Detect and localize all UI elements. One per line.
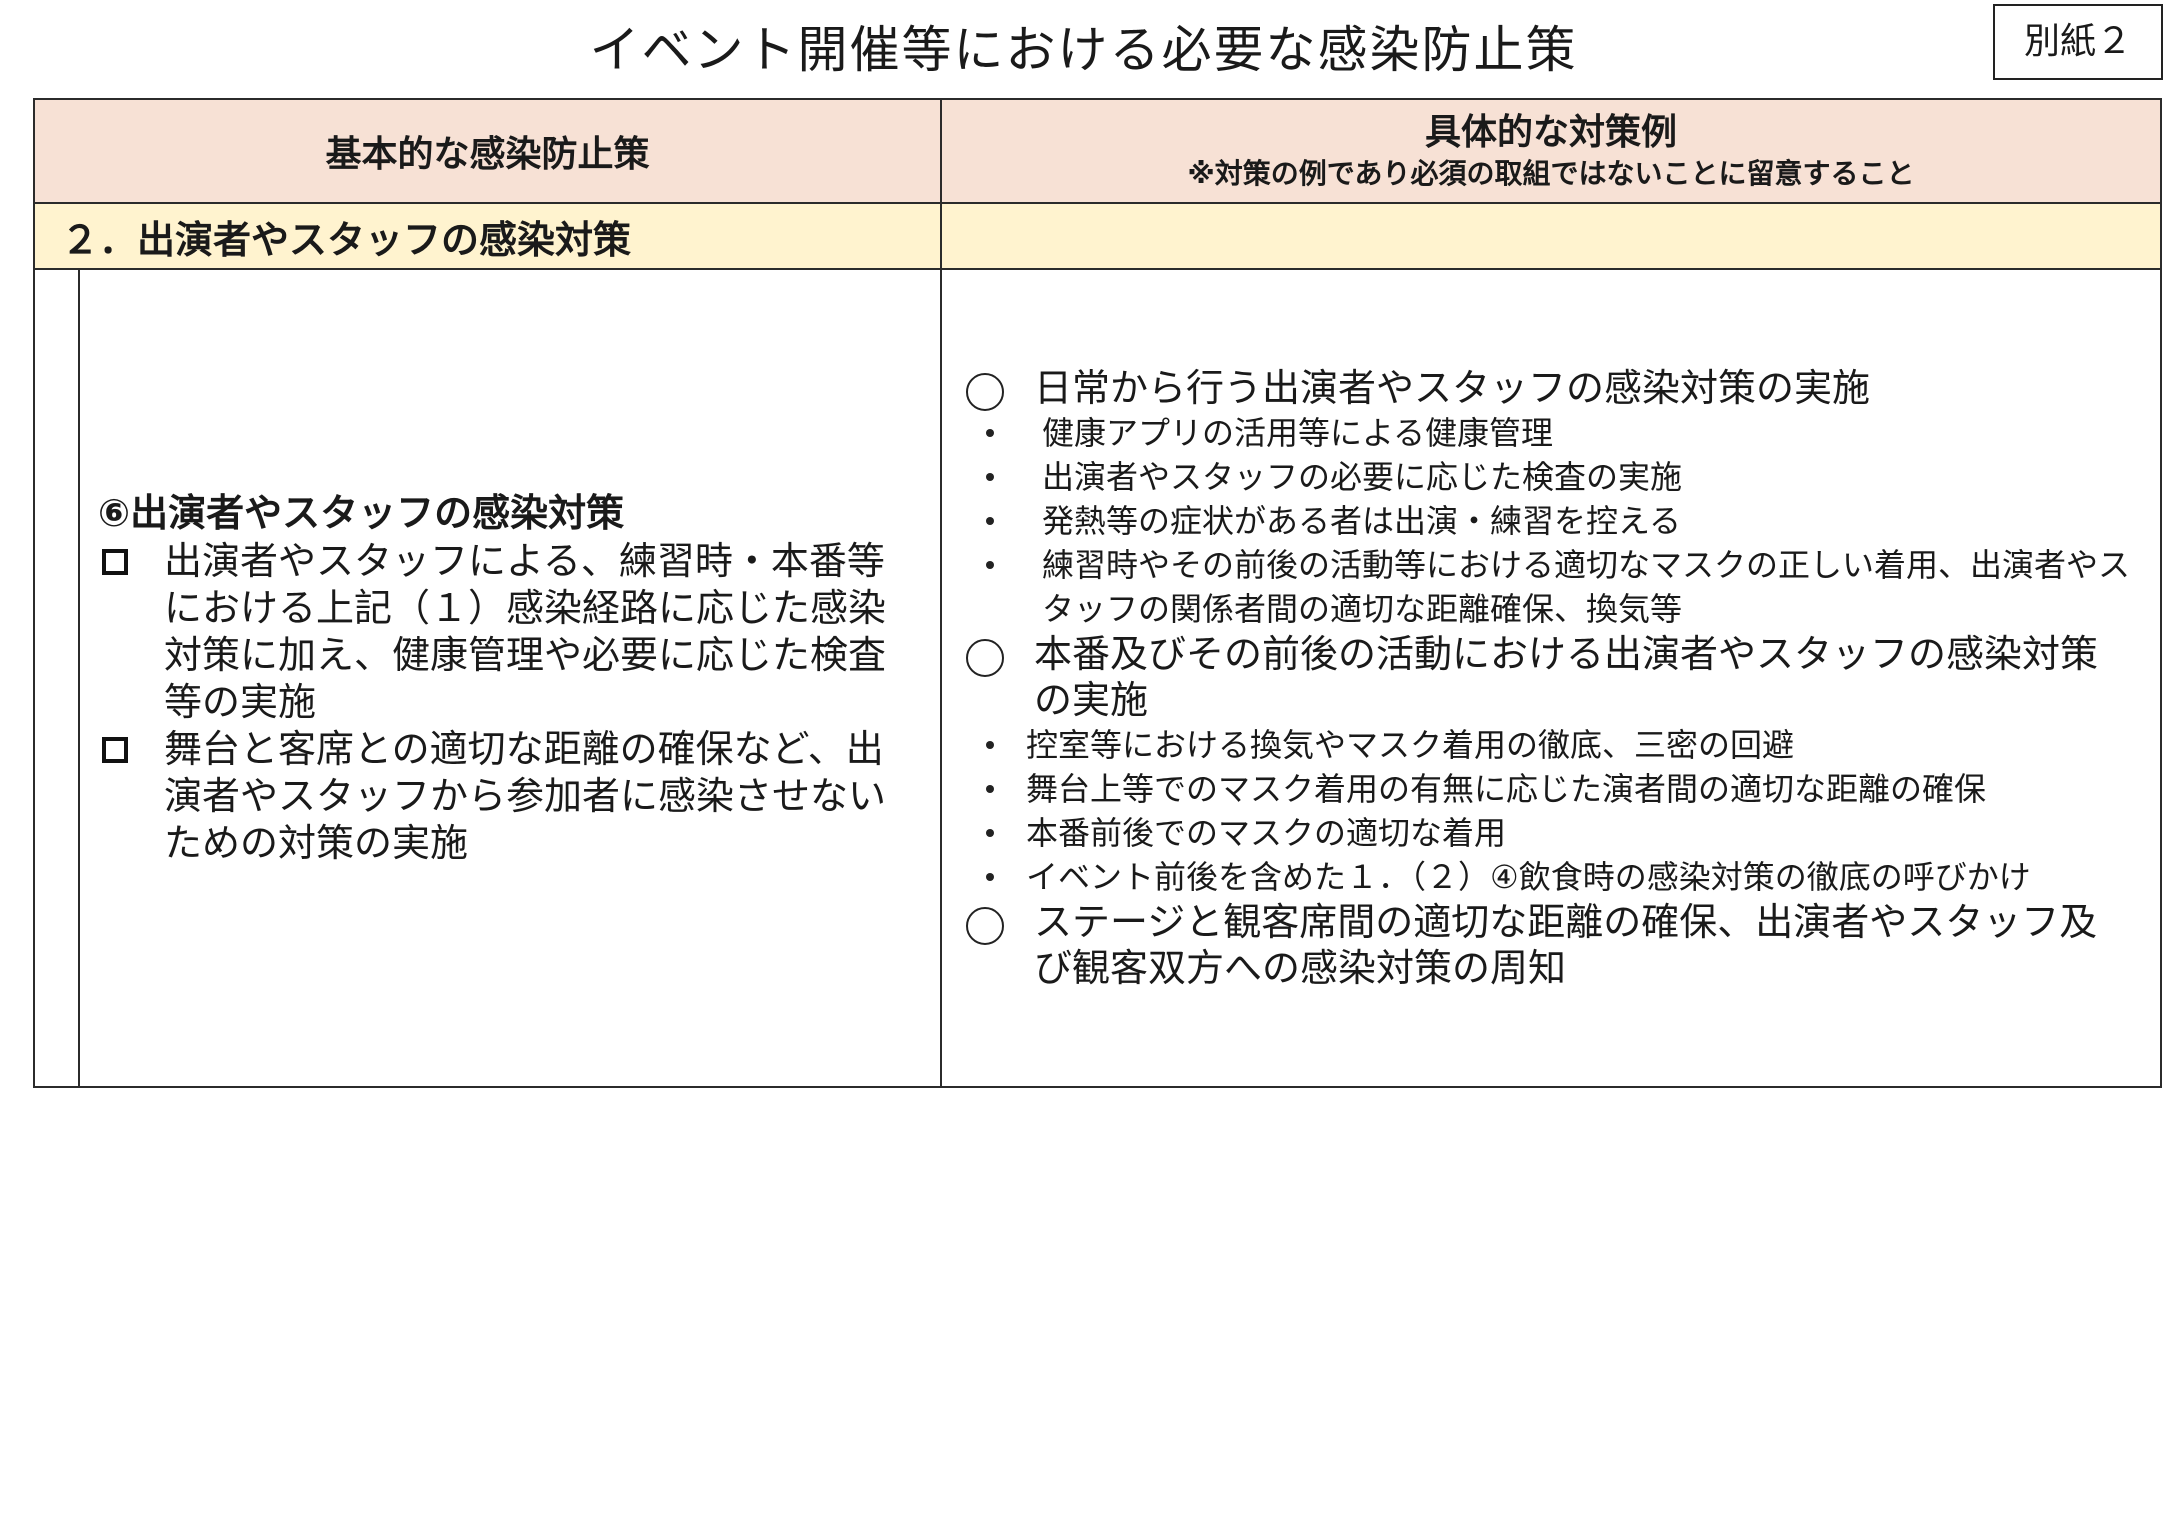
checklist-item: 出演者やスタッフによる、練習時・本番等における上記（１）感染経路に応じた感染対策… — [98, 538, 906, 726]
example-bullet-text: 本番前後でのマスクの適切な着用 — [1026, 814, 1507, 852]
example-group-heading: ステージと観客席間の適切な距離の確保、出演者やスタッフ及び観客双方への感染対策の… — [966, 899, 2130, 991]
example-bullet-text: 控室等における換気やマスク着用の徹底、三密の回避 — [1026, 726, 1795, 764]
example-bullet: 発熱等の症状がある者は出演・練習を控える — [966, 499, 2130, 543]
example-bullet: 控室等における換気やマスク着用の徹底、三密の回避 — [966, 723, 2130, 767]
header-basic-measures: 基本的な感染防止策 — [32, 98, 943, 204]
circle-icon — [966, 907, 1005, 945]
example-bullet: 出演者やスタッフの必要に応じた検査の実施 — [966, 455, 2130, 499]
example-bullet-text: イベント前後を含めた１．（２）④飲食時の感染対策の徹底の呼びかけ — [1026, 858, 2031, 896]
example-group-heading-text: 本番及びその前後の活動における出演者やスタッフの感染対策の実施 — [1034, 632, 2099, 722]
bullet-icon — [986, 785, 995, 793]
bullet-icon — [986, 429, 995, 437]
header-concrete-examples: 具体的な対策例 ※対策の例であり必須の取組ではないことに留意すること — [940, 98, 2163, 204]
example-bullet-text: 舞台上等でのマスク着用の有無に応じた演者間の適切な距離の確保 — [1026, 770, 1987, 808]
example-bullet-text: 発熱等の症状がある者は出演・練習を控える — [1042, 502, 1682, 540]
checklist-item: 舞台と客席との適切な距離の確保など、出演者やスタッフから参加者に感染させないため… — [98, 726, 906, 867]
section-title-right-empty — [940, 202, 2163, 270]
attachment-label: 別紙２ — [1993, 4, 2163, 80]
example-bullet: 健康アプリの活用等による健康管理 — [966, 411, 2130, 455]
example-group-heading-text: ステージと観客席間の適切な距離の確保、出演者やスタッフ及び観客双方への感染対策の… — [1034, 900, 2098, 990]
example-bullet-text: 健康アプリの活用等による健康管理 — [1042, 414, 1554, 452]
example-group-heading-text: 日常から行う出演者やスタッフの感染対策の実施 — [1034, 366, 1871, 410]
example-group-heading: 本番及びその前後の活動における出演者やスタッフの感染対策の実施 — [966, 631, 2130, 723]
page-title: イベント開催等における必要な感染防止策 — [589, 21, 1578, 79]
example-bullet-text: 出演者やスタッフの必要に応じた検査の実施 — [1042, 458, 1683, 496]
bullet-icon — [986, 829, 995, 837]
header-row: 基本的な感染防止策 具体的な対策例 ※対策の例であり必須の取組ではないことに留意… — [32, 98, 2163, 204]
checklist-item-text: 出演者やスタッフによる、練習時・本番等における上記（１）感染経路に応じた感染対策… — [164, 538, 887, 724]
checkbox-icon — [102, 548, 128, 575]
example-bullet: イベント前後を含めた１．（２）④飲食時の感染対策の徹底の呼びかけ — [966, 855, 2130, 899]
section-row: ２．出演者やスタッフの感染対策 — [32, 202, 2163, 270]
measure-subheading: ⑥出演者やスタッフの感染対策 — [98, 490, 625, 535]
example-bullet: 本番前後でのマスクの適切な着用 — [966, 811, 2130, 855]
checklist-item-text: 舞台と客席との適切な距離の確保など、出演者やスタッフから参加者に感染させないため… — [164, 726, 887, 865]
concrete-examples-cell: 日常から行う出演者やスタッフの感染対策の実施 健康アプリの活用等による健康管理 … — [940, 268, 2163, 1088]
indent-cell — [33, 268, 80, 1088]
header-concrete-examples-note: ※対策の例であり必須の取組ではないことに留意すること — [1187, 157, 1915, 190]
example-bullet-list: 控室等における換気やマスク着用の徹底、三密の回避 舞台上等でのマスク着用の有無に… — [966, 723, 2130, 899]
example-bullet: 舞台上等でのマスク着用の有無に応じた演者間の適切な距離の確保 — [966, 767, 2130, 811]
content-row: ⑥出演者やスタッフの感染対策 出演者やスタッフによる、練習時・本番等における上記… — [33, 268, 2163, 1088]
example-bullet: 練習時やその前後の活動等における適切なマスクの正しい着用、出演者やスタッフの関係… — [966, 543, 2130, 631]
bullet-icon — [986, 741, 995, 749]
section-title: ２．出演者やスタッフの感染対策 — [32, 202, 943, 270]
bullet-icon — [986, 873, 995, 881]
bullet-icon — [986, 517, 995, 525]
circle-icon — [966, 639, 1005, 677]
checkbox-icon — [102, 736, 128, 763]
measures-table: 基本的な感染防止策 具体的な対策例 ※対策の例であり必須の取組ではないことに留意… — [32, 98, 2163, 1088]
header-concrete-examples-title: 具体的な対策例 — [1425, 112, 1678, 153]
example-bullet-list: 健康アプリの活用等による健康管理 出演者やスタッフの必要に応じた検査の実施 発熱… — [966, 411, 2130, 631]
bullet-icon — [986, 561, 995, 569]
basic-measures-cell: ⑥出演者やスタッフの感染対策 出演者やスタッフによる、練習時・本番等における上記… — [77, 268, 943, 1088]
circle-icon — [966, 373, 1005, 411]
bullet-icon — [986, 473, 995, 481]
example-group-heading: 日常から行う出演者やスタッフの感染対策の実施 — [966, 365, 2130, 411]
example-bullet-text: 練習時やその前後の活動等における適切なマスクの正しい着用、出演者やスタッフの関係… — [1042, 546, 2131, 628]
